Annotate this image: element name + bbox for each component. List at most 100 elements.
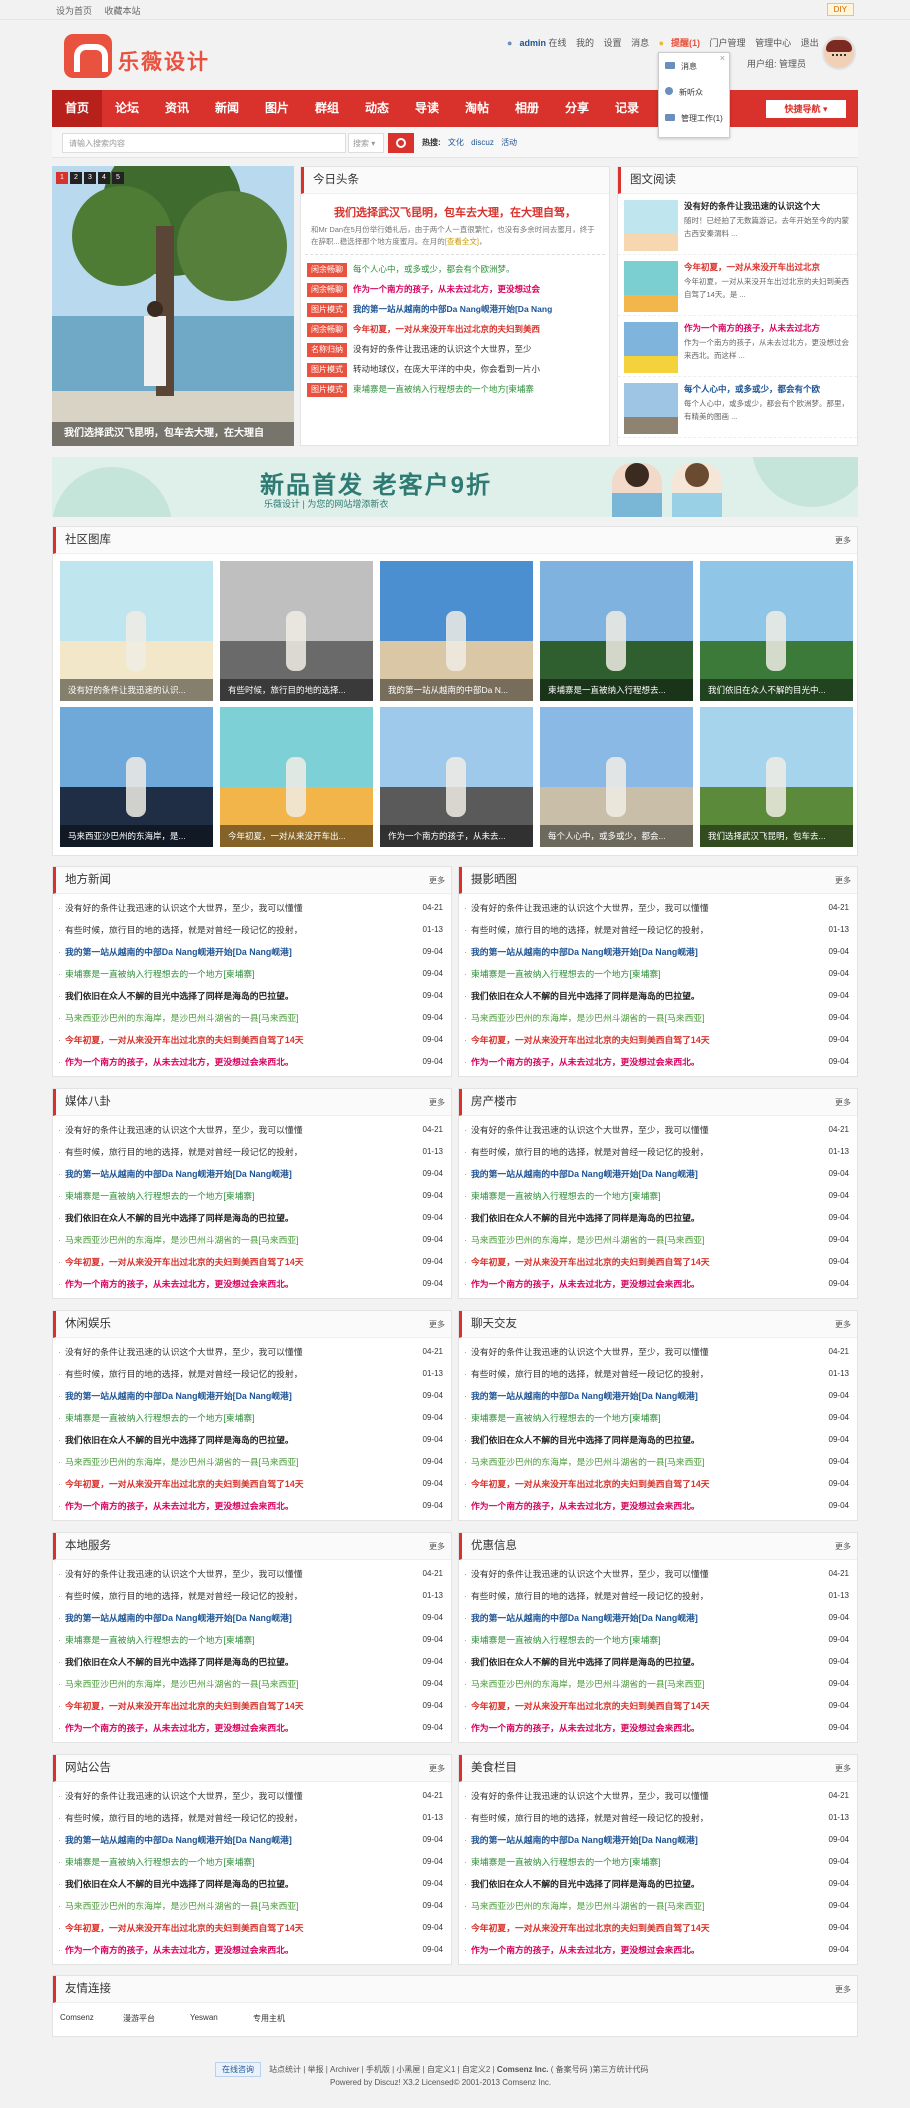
news-link[interactable]: 马来西亚沙巴州的东海岸，是沙巴州斗湖省的一县[马来西亚] xyxy=(471,1235,705,1245)
news-link[interactable]: 马来西亚沙巴州的东海岸，是沙巴州斗湖省的一县[马来西亚] xyxy=(471,1457,705,1467)
news-link[interactable]: 柬埔寨是一直被纳入行程想去的一个地方[柬埔寨] xyxy=(65,969,255,979)
news-link[interactable]: 马来西亚沙巴州的东海岸，是沙巴州斗湖省的一县[马来西亚] xyxy=(65,1679,299,1689)
news-link[interactable]: 我们依旧在众人不解的目光中选择了同样是海岛的巴拉望。 xyxy=(471,991,700,1001)
news-link[interactable]: 我的第一站从越南的中部Da Nang岘港开始[Da Nang岘港] xyxy=(471,1613,698,1623)
list-item[interactable]: 我们依旧在众人不解的目光中选择了同样是海岛的巴拉望。 09-04 xyxy=(459,1873,857,1895)
picture-read-title[interactable]: 今年初夏，一对从来没开车出过北京 xyxy=(684,261,820,273)
gallery-item[interactable]: 柬埔寨是一直被纳入行程想去... xyxy=(540,561,693,701)
list-item[interactable]: 有些时候，旅行目的地的选择，就是对曾经一段记忆的投射， 01-13 xyxy=(53,1363,451,1385)
footer-icp[interactable]: ( 备案号码 )第三方统计代码 xyxy=(551,2065,649,2074)
list-item[interactable]: 柬埔寨是一直被纳入行程想去的一个地方[柬埔寨] 09-04 xyxy=(53,1851,451,1873)
list-item[interactable]: 没有好的条件让我迅速的认识这个大世界，至少，我可以懂懂 04-21 xyxy=(459,1341,857,1363)
more-link[interactable]: 更多 xyxy=(835,527,851,554)
footer-nav[interactable]: 站点统计 | 举报 | Archiver | 手机版 | 小黑屋 | 自定义1 … xyxy=(269,2065,495,2074)
news-link[interactable]: 作为一个南方的孩子，从未去过北方，更没想过会来西北。 xyxy=(65,1945,294,1955)
headline-row[interactable]: 图片模式 柬埔寨是一直被纳入行程想去的一个地方[柬埔寨 xyxy=(301,379,609,399)
menu-messages[interactable]: 消息 xyxy=(631,38,649,48)
gallery-caption[interactable]: 今年初夏，一对从来没开车出... xyxy=(220,825,373,847)
category-tag[interactable]: 图片模式 xyxy=(307,363,347,377)
panel-title[interactable]: 网站公告 xyxy=(65,1762,111,1774)
list-item[interactable]: 我的第一站从越南的中部Da Nang岘港开始[Da Nang岘港] 09-04 xyxy=(459,1607,857,1629)
list-item[interactable]: 柬埔寨是一直被纳入行程想去的一个地方[柬埔寨] 09-04 xyxy=(459,1185,857,1207)
list-item[interactable]: 马来西亚沙巴州的东海岸，是沙巴州斗湖省的一县[马来西亚] 09-04 xyxy=(459,1673,857,1695)
list-item[interactable]: 我们依旧在众人不解的目光中选择了同样是海岛的巴拉望。 09-04 xyxy=(459,1651,857,1673)
thumbnail[interactable] xyxy=(624,322,678,373)
category-tag[interactable]: 闲余畅聊 xyxy=(307,283,347,297)
list-item[interactable]: 马来西亚沙巴州的东海岸，是沙巴州斗湖省的一县[马来西亚] 09-04 xyxy=(53,1229,451,1251)
news-link[interactable]: 我的第一站从越南的中部Da Nang岘港开始[Da Nang岘港] xyxy=(65,1835,292,1845)
nav-item-share[interactable]: 分享 xyxy=(552,90,602,127)
gallery-item[interactable]: 没有好的条件让我迅速的认识... xyxy=(60,561,213,701)
headline-link[interactable]: 柬埔寨是一直被纳入行程想去的一个地方[柬埔寨 xyxy=(353,384,534,394)
close-icon[interactable]: × xyxy=(720,53,725,63)
remind-link[interactable]: 提醒(1) xyxy=(671,38,700,48)
news-link[interactable]: 今年初夏，一对从来没开车出过北京的夫妇到美西自驾了14天 xyxy=(471,1257,710,1267)
headline-link[interactable]: 作为一个南方的孩子，从未去过北方，更没想过会 xyxy=(353,284,540,294)
headline-row[interactable]: 闲余畅聊 作为一个南方的孩子，从未去过北方，更没想过会 xyxy=(301,279,609,299)
news-link[interactable]: 没有好的条件让我迅速的认识这个大世界，至少，我可以懂懂 xyxy=(471,1791,709,1801)
list-item[interactable]: 作为一个南方的孩子，从未去过北方，更没想过会来西北。 09-04 xyxy=(53,1717,451,1739)
gallery-item[interactable]: 我们依旧在众人不解的目光中... xyxy=(700,561,853,701)
slider-page[interactable]: 3 xyxy=(84,172,96,184)
bookmark-link[interactable]: 收藏本站 xyxy=(105,6,141,16)
list-item[interactable]: 作为一个南方的孩子，从未去过北方，更没想过会来西北。 09-04 xyxy=(53,1495,451,1517)
list-item[interactable]: 今年初夏，一对从来没开车出过北京的夫妇到美西自驾了14天 09-04 xyxy=(53,1695,451,1717)
picture-read-title[interactable]: 没有好的条件让我迅速的认识这个大 xyxy=(684,200,820,212)
list-item[interactable]: 我的第一站从越南的中部Da Nang岘港开始[Da Nang岘港] 09-04 xyxy=(53,1607,451,1629)
news-link[interactable]: 马来西亚沙巴州的东海岸，是沙巴州斗湖省的一县[马来西亚] xyxy=(65,1013,299,1023)
list-item[interactable]: 我的第一站从越南的中部Da Nang岘港开始[Da Nang岘港] 09-04 xyxy=(459,1829,857,1851)
list-item[interactable]: 有些时候，旅行目的地的选择，就是对曾经一段记忆的投射， 01-13 xyxy=(459,1807,857,1829)
online-status[interactable]: 在线 xyxy=(548,38,566,48)
news-link[interactable]: 马来西亚沙巴州的东海岸，是沙巴州斗湖省的一县[马来西亚] xyxy=(65,1457,299,1467)
picture-read-item[interactable]: 今年初夏，一对从来没开车出过北京 今年初夏，一对从来没开车出过北京的夫妇到美西自驾… xyxy=(618,255,857,316)
news-link[interactable]: 没有好的条件让我迅速的认识这个大世界，至少，我可以懂懂 xyxy=(65,1791,303,1801)
news-link[interactable]: 我们依旧在众人不解的目光中选择了同样是海岛的巴拉望。 xyxy=(65,991,294,1001)
news-link[interactable]: 柬埔寨是一直被纳入行程想去的一个地方[柬埔寨] xyxy=(471,1191,661,1201)
more-link[interactable]: 更多 xyxy=(835,867,851,894)
news-link[interactable]: 有些时候，旅行目的地的选择，就是对曾经一段记忆的投射， xyxy=(471,1369,709,1379)
list-item[interactable]: 有些时候，旅行目的地的选择，就是对曾经一段记忆的投射， 01-13 xyxy=(53,1141,451,1163)
list-item[interactable]: 有些时候，旅行目的地的选择，就是对曾经一段记忆的投射， 01-13 xyxy=(459,1585,857,1607)
news-link[interactable]: 柬埔寨是一直被纳入行程想去的一个地方[柬埔寨] xyxy=(65,1413,255,1423)
list-item[interactable]: 有些时候，旅行目的地的选择，就是对曾经一段记忆的投射， 01-13 xyxy=(53,1585,451,1607)
list-item[interactable]: 马来西亚沙巴州的东海岸，是沙巴州斗湖省的一县[马来西亚] 09-04 xyxy=(459,1007,857,1029)
list-item[interactable]: 今年初夏，一对从来没开车出过北京的夫妇到美西自驾了14天 09-04 xyxy=(459,1917,857,1939)
nav-item-collection[interactable]: 淘帖 xyxy=(452,90,502,127)
list-item[interactable]: 今年初夏，一对从来没开车出过北京的夫妇到美西自驾了14天 09-04 xyxy=(53,1473,451,1495)
news-link[interactable]: 有些时候，旅行目的地的选择，就是对曾经一段记忆的投射， xyxy=(65,1147,303,1157)
search-input[interactable]: 请输入搜索内容 xyxy=(62,133,346,153)
logo-icon[interactable] xyxy=(64,34,112,78)
list-item[interactable]: 我们依旧在众人不解的目光中选择了同样是海岛的巴拉望。 09-04 xyxy=(53,1873,451,1895)
set-home-link[interactable]: 设为首页 xyxy=(56,6,92,16)
news-link[interactable]: 我们依旧在众人不解的目光中选择了同样是海岛的巴拉望。 xyxy=(471,1435,700,1445)
news-link[interactable]: 今年初夏，一对从来没开车出过北京的夫妇到美西自驾了14天 xyxy=(65,1923,304,1933)
list-item[interactable]: 今年初夏，一对从来没开车出过北京的夫妇到美西自驾了14天 09-04 xyxy=(459,1251,857,1273)
slider-page[interactable]: 5 xyxy=(112,172,124,184)
thumbnail[interactable] xyxy=(624,261,678,312)
list-item[interactable]: 我的第一站从越南的中部Da Nang岘港开始[Da Nang岘港] 09-04 xyxy=(459,1163,857,1185)
headline-title[interactable]: 我们选择武汉飞昆明，包车去大理，在大理自驾， xyxy=(301,194,609,224)
news-link[interactable]: 柬埔寨是一直被纳入行程想去的一个地方[柬埔寨] xyxy=(471,969,661,979)
picture-read-item[interactable]: 每个人心中，或多或少，都会有个欧 每个人心中，或多或少，都会有个欧洲梦。那里，有精… xyxy=(618,377,857,438)
more-link[interactable]: 更多 xyxy=(835,1533,851,1560)
news-link[interactable]: 作为一个南方的孩子，从未去过北方，更没想过会来西北。 xyxy=(65,1057,294,1067)
more-link[interactable]: 更多 xyxy=(835,1089,851,1116)
more-link[interactable]: 更多 xyxy=(835,1755,851,1782)
category-tag[interactable]: 闲余畅聊 xyxy=(307,323,347,337)
list-item[interactable]: 今年初夏，一对从来没开车出过北京的夫妇到美西自驾了14天 09-04 xyxy=(459,1695,857,1717)
news-link[interactable]: 有些时候，旅行目的地的选择，就是对曾经一段记忆的投射， xyxy=(65,1369,303,1379)
news-link[interactable]: 柬埔寨是一直被纳入行程想去的一个地方[柬埔寨] xyxy=(65,1635,255,1645)
more-link[interactable]: 更多 xyxy=(429,867,445,894)
headline-row[interactable]: 图片模式 我的第一站从越南的中部Da Nang岘港开始[Da Nang xyxy=(301,299,609,319)
nav-item-record[interactable]: 记录 xyxy=(602,90,652,127)
list-item[interactable]: 我们依旧在众人不解的目光中选择了同样是海岛的巴拉望。 09-04 xyxy=(53,1651,451,1673)
thumbnail[interactable] xyxy=(624,383,678,434)
news-link[interactable]: 今年初夏，一对从来没开车出过北京的夫妇到美西自驾了14天 xyxy=(65,1257,304,1267)
list-item[interactable]: 作为一个南方的孩子，从未去过北方，更没想过会来西北。 09-04 xyxy=(459,1495,857,1517)
list-item[interactable]: 我的第一站从越南的中部Da Nang岘港开始[Da Nang岘港] 09-04 xyxy=(53,1163,451,1185)
promo-banner[interactable]: 新品首发 老客户9折 乐薇设计 | 为您的网站增添新衣 xyxy=(52,457,858,517)
list-item[interactable]: 今年初夏，一对从来没开车出过北京的夫妇到美西自驾了14天 09-04 xyxy=(459,1029,857,1051)
nav-item-guide[interactable]: 导读 xyxy=(402,90,452,127)
gallery-caption[interactable]: 柬埔寨是一直被纳入行程想去... xyxy=(540,679,693,701)
news-link[interactable]: 马来西亚沙巴州的东海岸，是沙巴州斗湖省的一县[马来西亚] xyxy=(471,1901,705,1911)
